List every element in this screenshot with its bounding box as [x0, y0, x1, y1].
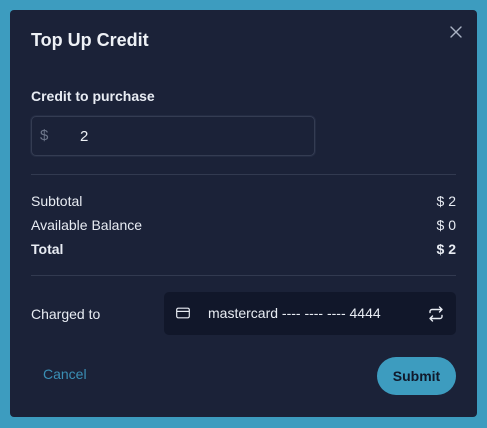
subtotal-label: Subtotal	[31, 193, 83, 209]
submit-button[interactable]: Submit	[377, 357, 456, 395]
swap-arrows-icon[interactable]	[427, 305, 445, 323]
close-icon-glyph	[450, 26, 462, 38]
subtotal-row: Subtotal $ 2	[31, 193, 456, 209]
divider-bottom	[31, 275, 456, 276]
available-balance-label: Available Balance	[31, 217, 143, 233]
credit-amount-field[interactable]: $	[31, 116, 315, 156]
credit-card-icon	[176, 306, 190, 320]
credit-to-purchase-label: Credit to purchase	[31, 88, 155, 104]
payment-method-selector[interactable]: mastercard ---- ---- ---- 4444	[164, 292, 456, 335]
cancel-button[interactable]: Cancel	[43, 366, 87, 382]
card-number-text: mastercard ---- ---- ---- 4444	[208, 305, 381, 321]
close-icon[interactable]	[448, 24, 464, 40]
top-up-credit-dialog: Top Up Credit Credit to purchase $ Subto…	[10, 10, 477, 417]
divider-top	[31, 174, 456, 175]
charged-to-label: Charged to	[31, 306, 101, 322]
total-label: Total	[31, 241, 64, 257]
total-value: $ 2	[436, 241, 456, 257]
credit-amount-input[interactable]	[80, 124, 300, 148]
total-row: Total $ 2	[31, 241, 456, 257]
available-balance-value: $ 0	[436, 217, 456, 233]
available-balance-row: Available Balance $ 0	[31, 217, 456, 233]
dialog-title: Top Up Credit	[31, 30, 149, 50]
currency-symbol: $	[40, 127, 49, 144]
subtotal-value: $ 2	[436, 193, 456, 209]
